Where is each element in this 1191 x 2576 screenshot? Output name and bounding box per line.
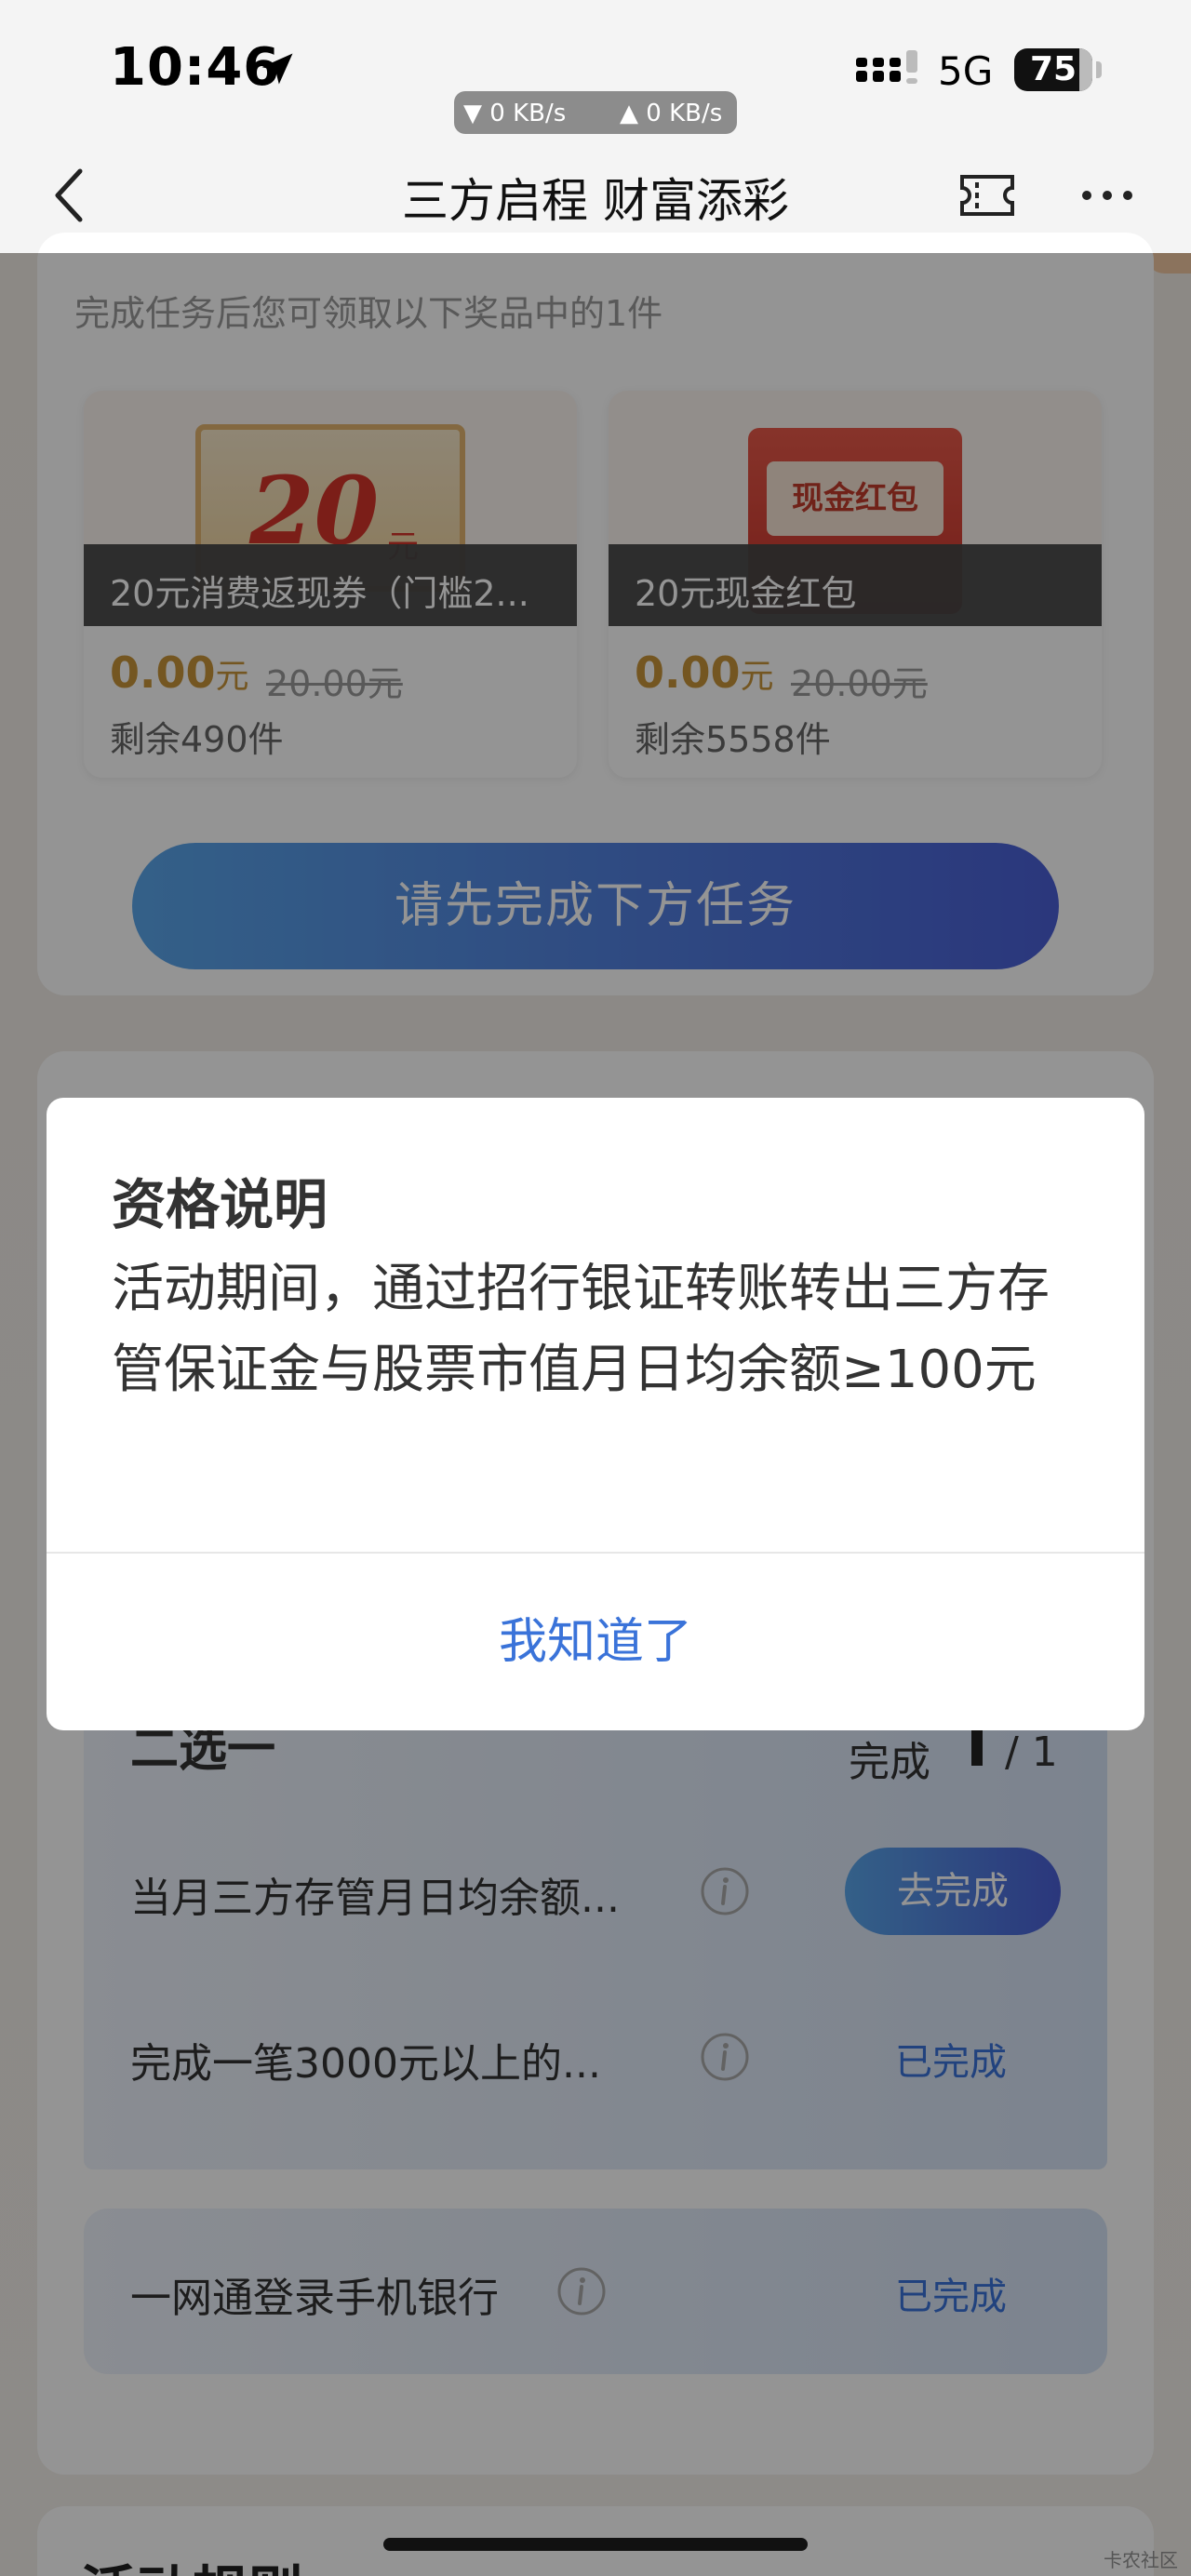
network-type: 5G — [938, 48, 994, 94]
battery-tip — [1096, 61, 1102, 78]
home-indicator[interactable] — [383, 2538, 808, 2551]
location-arrow-icon — [261, 53, 293, 85]
download-speed: ▼ 0 KB/s — [463, 100, 567, 127]
dialog-body: 活动期间，通过招行银证转账转出三方存管保证金与股票市值月日均余额≥100元 — [112, 1259, 1050, 1400]
more-icon[interactable] — [1079, 186, 1135, 205]
status-bar: 10:46 ▼ 0 KB/s ▲ 0 KB/s 5G 75 — [0, 0, 1191, 140]
ticket-icon[interactable] — [958, 173, 1016, 218]
dialog-title: 资格说明 — [112, 1173, 328, 1236]
upload-speed: ▲ 0 KB/s — [620, 100, 723, 127]
battery-empty-portion — [1079, 48, 1092, 91]
battery-indicator: 75 — [1014, 48, 1092, 91]
eligibility-dialog: 资格说明 活动期间，通过招行银证转账转出三方存管保证金与股票市值月日均余额≥10… — [47, 1098, 1144, 1730]
watermark: 卡农社区 — [1104, 2549, 1178, 2571]
cellular-signal-icon — [856, 50, 917, 84]
battery-level: 75 — [1029, 50, 1077, 88]
network-speed-pill: ▼ 0 KB/s ▲ 0 KB/s — [454, 91, 737, 134]
dialog-confirm-button[interactable]: 我知道了 — [47, 1554, 1144, 1730]
status-time: 10:46 — [110, 37, 281, 98]
